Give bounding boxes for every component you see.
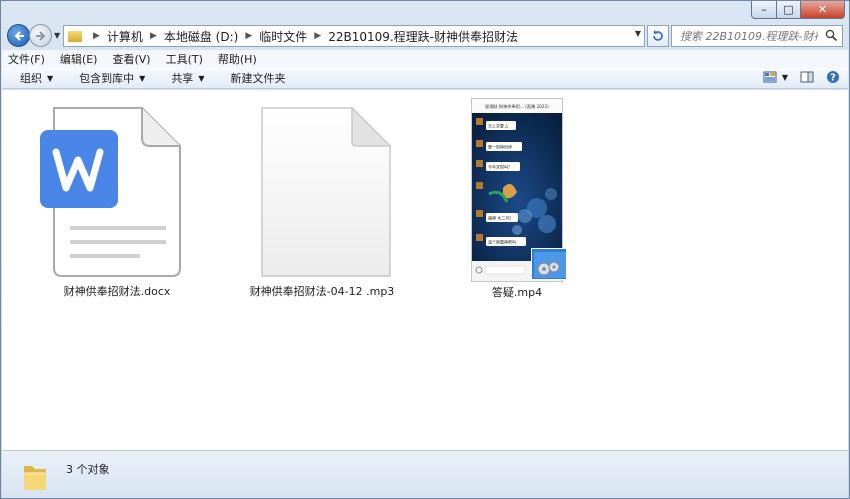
new-folder-button[interactable]: 新建文件夹 bbox=[230, 70, 285, 86]
chevron-down-icon: ▼ bbox=[781, 72, 788, 82]
change-view-button[interactable]: ▼ bbox=[763, 71, 788, 83]
organize-button[interactable]: 组织 ▼ bbox=[20, 70, 53, 86]
chat-bubble-text: 福建 木二月？ bbox=[488, 215, 513, 221]
close-button[interactable]: ✕ bbox=[801, 1, 845, 19]
search-box[interactable] bbox=[671, 25, 843, 47]
video-file-badge bbox=[531, 248, 567, 280]
folder-icon bbox=[24, 466, 46, 490]
blank-file-icon bbox=[261, 106, 392, 277]
breadcrumb-computer[interactable]: 计算机 bbox=[107, 28, 143, 45]
recent-pages-dropdown[interactable]: ▼ bbox=[54, 31, 60, 40]
search-input[interactable] bbox=[680, 29, 818, 43]
share-label: 共享 bbox=[171, 72, 194, 85]
menu-bar: 文件(F) 编辑(E) 查看(V) 工具(T) 帮助(H) bbox=[2, 50, 848, 68]
maximize-button[interactable]: □ bbox=[777, 1, 801, 19]
status-bar: 3 个对象 bbox=[2, 450, 848, 498]
file-item-mp3[interactable]: 财神供奉招财法-04-12 .mp3 bbox=[232, 100, 412, 299]
minimize-button[interactable]: – bbox=[751, 1, 777, 19]
address-bar[interactable]: ▶ 计算机 ▶ 本地磁盘 (D:) ▶ 临时文件 ▶ 22B10109.程理趺-… bbox=[63, 25, 645, 47]
chat-bubble-text: 天上求要🙏 bbox=[488, 123, 509, 129]
file-item-mp4[interactable]: 程理趺 财神供奉招... (直播 2022) 天上求要🙏 要一财神供祥 今年求财… bbox=[457, 97, 577, 300]
menu-view[interactable]: 查看(V) bbox=[112, 51, 150, 67]
help-icon: ? bbox=[827, 71, 839, 84]
share-button[interactable]: 共享 ▼ bbox=[171, 70, 204, 86]
include-in-library-label: 包含到库中 bbox=[79, 72, 135, 85]
chevron-down-icon: ▼ bbox=[139, 73, 146, 83]
file-name: 答疑.mp4 bbox=[491, 286, 543, 299]
svg-text:?: ? bbox=[830, 73, 836, 84]
chevron-down-icon: ▼ bbox=[47, 73, 54, 83]
chevron-right-icon[interactable]: ▶ bbox=[314, 31, 321, 41]
breadcrumb-drive-d[interactable]: 本地磁盘 (D:) bbox=[164, 28, 238, 45]
chat-bubble-text: 温个割雷神帮吗 bbox=[488, 239, 516, 245]
search-icon[interactable] bbox=[825, 29, 838, 42]
breadcrumb-current[interactable]: 22B10109.程理趺-财神供奉招财法 bbox=[328, 28, 518, 45]
file-list-pane[interactable]: 财神供奉招财法.docx 财神供奉招财法-04-12 .mp3 程理趺 财神供奉… bbox=[2, 90, 848, 450]
refresh-icon bbox=[653, 30, 663, 41]
item-count: 3 个对象 bbox=[66, 463, 110, 476]
chat-bubble-text: 今年求财吗？ bbox=[488, 164, 512, 170]
view-options-icon bbox=[763, 71, 777, 83]
command-bar: 组织 ▼ 包含到库中 ▼ 共享 ▼ 新建文件夹 ▼ ? bbox=[2, 68, 848, 89]
menu-help[interactable]: 帮助(H) bbox=[218, 51, 257, 67]
help-button[interactable]: ? bbox=[826, 70, 840, 84]
back-button[interactable] bbox=[7, 24, 30, 47]
folder-icon bbox=[68, 30, 82, 42]
forward-button[interactable] bbox=[29, 24, 52, 47]
file-name: 财神供奉招财法-04-12 .mp3 bbox=[249, 285, 395, 298]
back-arrow-icon bbox=[14, 30, 24, 41]
preview-pane-button[interactable] bbox=[800, 71, 814, 83]
chat-bubble-text: 要一财神供祥 bbox=[488, 144, 512, 150]
address-dropdown-icon[interactable]: ▼ bbox=[635, 29, 641, 38]
preview-pane-icon bbox=[800, 71, 814, 83]
explorer-window: – □ ✕ ▼ ▶ 计算机 ▶ 本地磁盘 (D:) ▶ 临时文件 ▶ 22B10… bbox=[0, 0, 850, 499]
chevron-right-icon[interactable]: ▶ bbox=[245, 31, 252, 41]
breadcrumb-temp[interactable]: 临时文件 bbox=[259, 28, 307, 45]
video-thumbnail: 程理趺 财神供奉招... (直播 2022) 天上求要🙏 要一财神供祥 今年求财… bbox=[470, 97, 567, 283]
include-in-library-button[interactable]: 包含到库中 ▼ bbox=[79, 70, 145, 86]
caption-buttons: – □ ✕ bbox=[751, 1, 845, 19]
file-item-docx[interactable]: 财神供奉招财法.docx bbox=[32, 100, 202, 299]
file-name: 财神供奉招财法.docx bbox=[63, 285, 171, 298]
thumbnail-title: 程理趺 财神供奉招... (直播 2022) bbox=[485, 103, 549, 110]
menu-tools[interactable]: 工具(T) bbox=[166, 51, 203, 67]
video-reel-icon bbox=[534, 252, 566, 278]
navigation-bar: ▼ ▶ 计算机 ▶ 本地磁盘 (D:) ▶ 临时文件 ▶ 22B10109.程理… bbox=[7, 23, 843, 49]
refresh-button[interactable] bbox=[647, 25, 669, 47]
view-controls: ▼ ? bbox=[751, 70, 840, 84]
chevron-right-icon[interactable]: ▶ bbox=[93, 31, 100, 41]
menu-edit[interactable]: 编辑(E) bbox=[60, 51, 98, 67]
menu-file[interactable]: 文件(F) bbox=[8, 51, 45, 67]
word-document-icon bbox=[40, 107, 181, 277]
chevron-down-icon: ▼ bbox=[198, 73, 205, 83]
chevron-right-icon[interactable]: ▶ bbox=[150, 31, 157, 41]
organize-label: 组织 bbox=[20, 72, 42, 85]
forward-arrow-icon bbox=[35, 30, 45, 41]
